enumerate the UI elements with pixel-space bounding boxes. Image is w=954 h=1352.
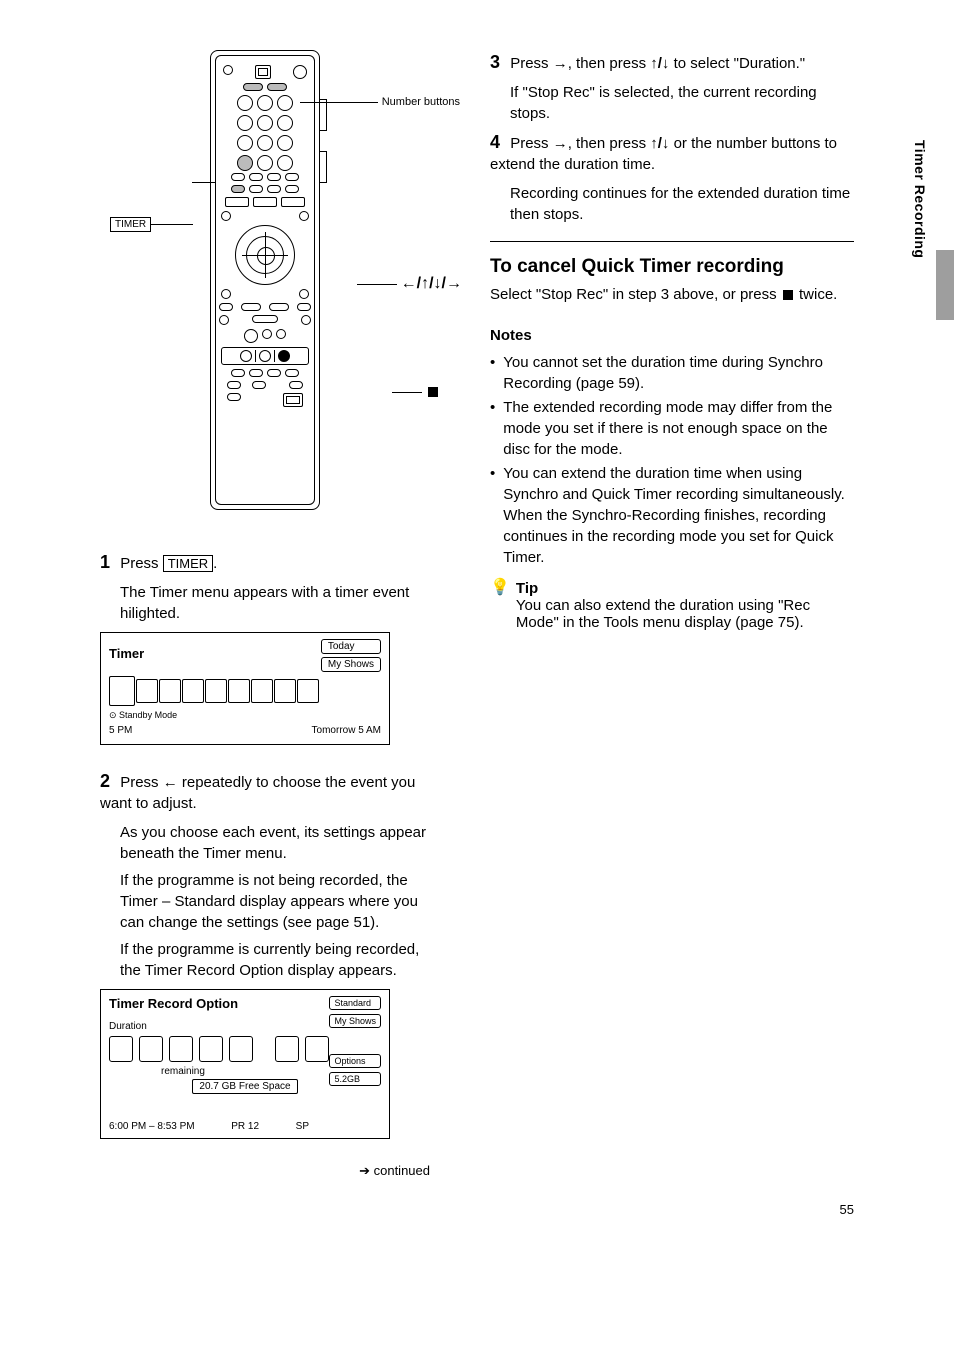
- page-number: 55: [840, 1202, 854, 1217]
- updown-arrow-glyph-2-icon: ↑/↓: [650, 134, 669, 154]
- callout-timer-box: TIMER: [110, 217, 151, 232]
- remote-diagram: Number buttons TIMER ←/↑/↓/→: [130, 50, 430, 510]
- side-section-label: Timer Recording: [912, 140, 928, 259]
- menu2-tab-options: Options: [329, 1054, 381, 1068]
- menu1-scale-right: Tomorrow 5 AM: [312, 725, 381, 736]
- right-arrow-glyph-2-icon: →: [553, 134, 568, 154]
- note-2: The extended recording mode may differ f…: [490, 397, 854, 460]
- step4-a: Press: [510, 135, 553, 152]
- step-2: 2 Press ← repeatedly to choose the event…: [100, 769, 430, 814]
- side-index-tab: [936, 250, 954, 320]
- step1-desc: The Timer menu appears with a timer even…: [120, 582, 430, 624]
- menu2-channel: PR 12: [231, 1121, 259, 1132]
- menu2-tab-standard: Standard: [329, 996, 381, 1010]
- step3-b: , then press: [568, 55, 651, 72]
- cancel-quick-timer-heading: To cancel Quick Timer recording: [490, 241, 854, 278]
- cancel-quick-timer-body: Select "Stop Rec" in step 3 above, or pr…: [490, 284, 854, 305]
- menu2-space: 20.7 GB Free Space: [192, 1079, 297, 1094]
- menu1-standby: ⊙ Standby Mode: [109, 710, 177, 721]
- notes-heading: Notes: [490, 325, 854, 346]
- left-arrow-glyph-icon: ←: [163, 773, 178, 793]
- step-4: 4 Press →, then press ↑/↓ or the number …: [490, 130, 854, 175]
- callout-stop-icon: [428, 387, 438, 397]
- stop-glyph-icon: [783, 290, 793, 300]
- step2-detail1: As you choose each event, its settings a…: [120, 822, 430, 864]
- timer-menu-screenshot: Timer Today My Shows ⊙ Standby Mode: [100, 632, 390, 745]
- menu2-free-gb: 5.2GB: [329, 1072, 381, 1086]
- menu2-mode: SP: [296, 1121, 309, 1132]
- step4-b: , then press: [568, 135, 651, 152]
- menu1-tab-myshows: My Shows: [321, 657, 381, 672]
- tip-row: 💡 Tip You can also extend the duration u…: [490, 580, 854, 631]
- menu1-title: Timer: [109, 646, 144, 661]
- step3-c: to select "Duration.": [674, 55, 806, 72]
- step3-detail1: If "Stop Rec" is selected, the current r…: [510, 82, 854, 124]
- timer-button-label-box: TIMER: [163, 555, 213, 572]
- note-1: You cannot set the duration time during …: [490, 352, 854, 394]
- step-1: 1 Press TIMER.: [100, 550, 430, 574]
- timer-record-option-screenshot: Standard My Shows Options 5.2GB Timer Re…: [100, 989, 390, 1139]
- note-3: You can extend the duration time when us…: [490, 463, 854, 568]
- cancel-body-a: Select "Stop Rec" in step 3 above, or pr…: [490, 286, 781, 303]
- menu1-tab-today: Today: [321, 639, 381, 654]
- step2-detail3: If the programme is currently being reco…: [120, 939, 430, 981]
- callout-dpad-arrows: ←/↑/↓/→: [401, 275, 462, 293]
- cancel-body-b: twice.: [799, 286, 837, 303]
- menu1-scale-left: 5 PM: [109, 725, 132, 736]
- tip-text: You can also extend the duration using "…: [516, 597, 810, 631]
- tip-label: Tip: [516, 580, 538, 597]
- right-arrow-glyph-icon: →: [553, 54, 568, 74]
- step2-a: Press: [120, 774, 163, 791]
- step2-detail2: If the programme is not being recorded, …: [120, 870, 430, 933]
- step4-detail: Recording continues for the extended dur…: [510, 183, 854, 225]
- callout-number-buttons: Number buttons: [382, 96, 460, 108]
- step-3: 3 Press →, then press ↑/↓ to select "Dur…: [490, 50, 854, 74]
- tip-lightbulb-icon: 💡: [490, 580, 510, 596]
- step3-a: Press: [510, 55, 553, 72]
- step1-period: .: [213, 555, 217, 572]
- menu2-time-range: 6:00 PM – 8:53 PM: [109, 1121, 195, 1132]
- updown-arrow-glyph-icon: ↑/↓: [650, 54, 669, 74]
- step1-press: Press: [120, 555, 158, 572]
- continued-arrow: ➔ continued: [100, 1163, 430, 1179]
- remote-body: [210, 50, 320, 510]
- menu2-tab-myshows: My Shows: [329, 1014, 381, 1028]
